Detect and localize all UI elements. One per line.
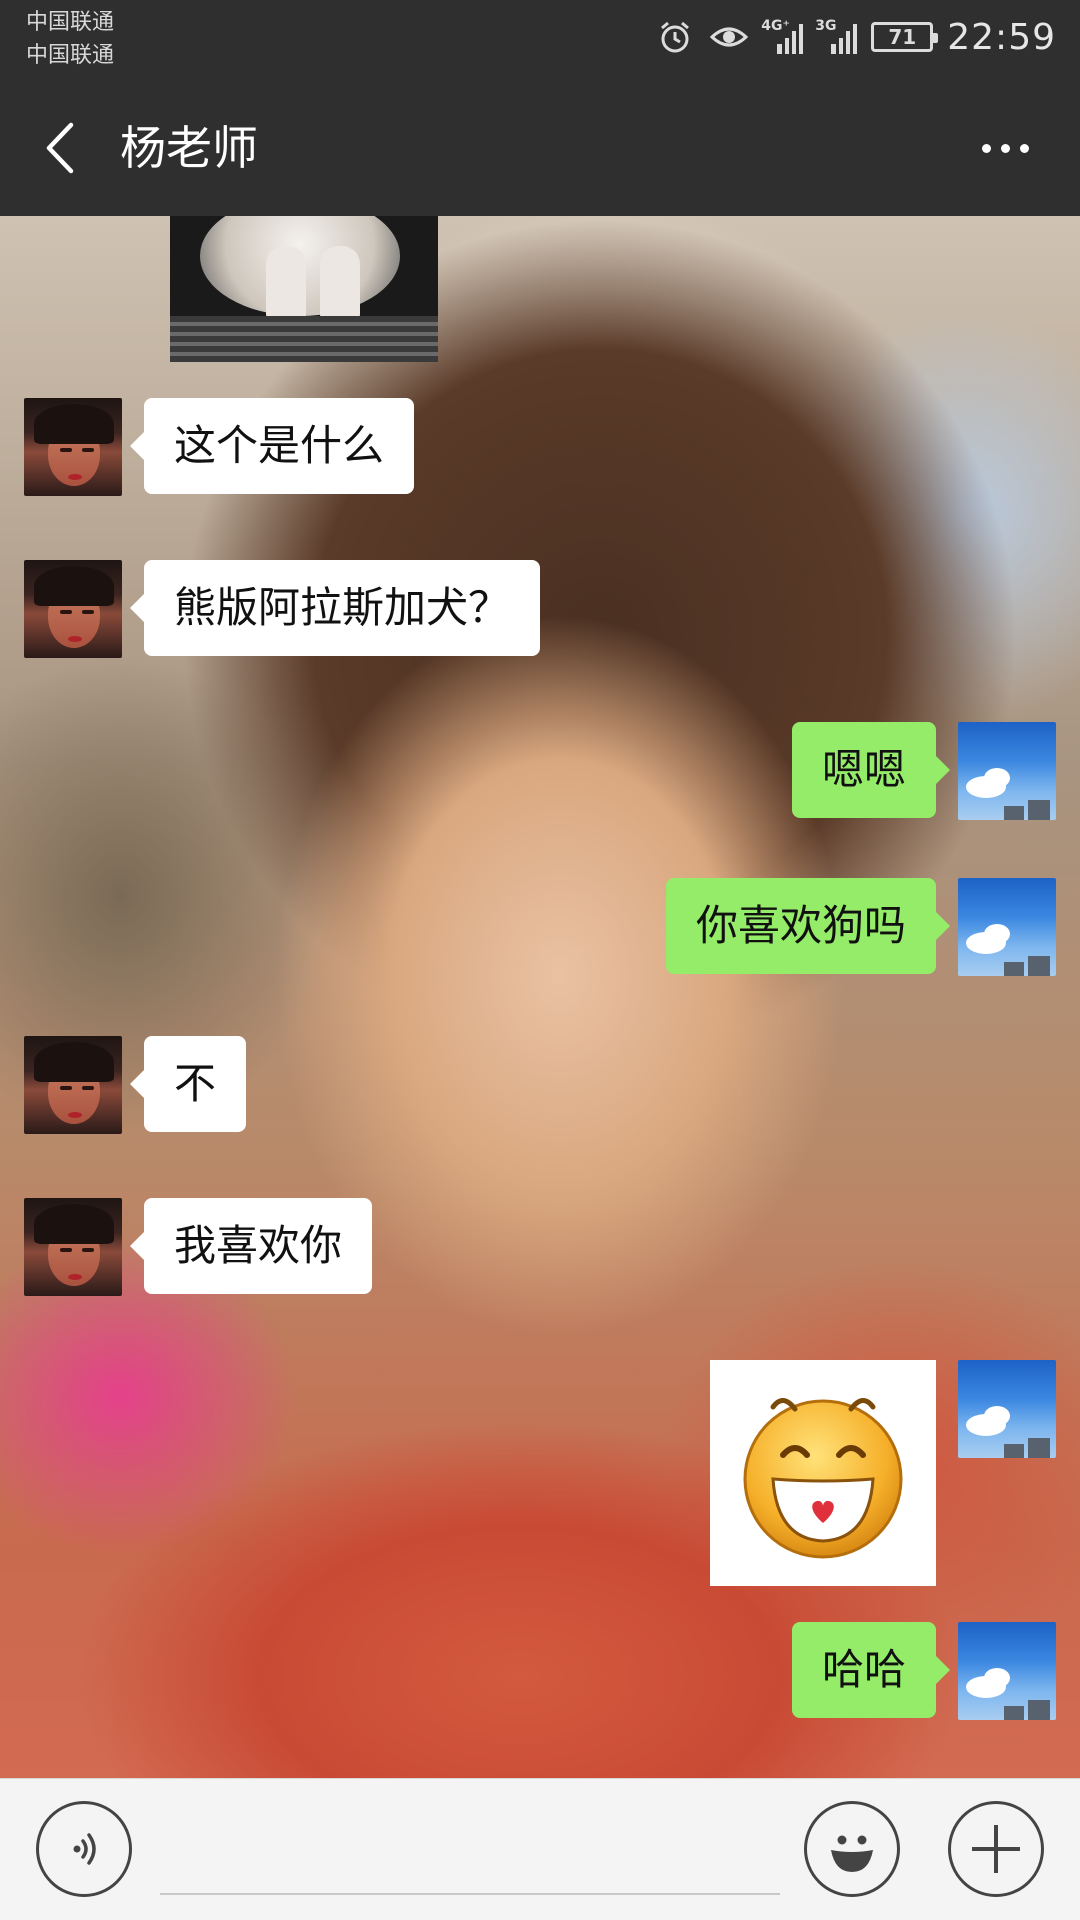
avatar-lip	[68, 636, 82, 642]
message-input[interactable]	[160, 1803, 780, 1895]
avatar[interactable]	[958, 722, 1056, 820]
plus-icon	[972, 1825, 1020, 1873]
image-content	[170, 316, 438, 362]
battery-level: 71	[888, 25, 917, 49]
avatar-eye	[60, 448, 72, 452]
input-bar	[0, 1778, 1080, 1920]
message-row-right: 嗯嗯	[791, 722, 1056, 820]
avatar-building	[1004, 962, 1024, 976]
signal-4g-icon: 4G⁺	[761, 18, 804, 54]
avatar-cloud	[984, 924, 1010, 944]
message-bubble[interactable]: 你喜欢狗吗	[665, 878, 951, 974]
avatar[interactable]	[24, 398, 122, 496]
eye-icon	[709, 17, 749, 57]
avatar-cloud	[984, 1406, 1010, 1426]
avatar-building	[1004, 1444, 1024, 1458]
avatar-lip	[68, 1274, 82, 1280]
avatar[interactable]	[958, 1622, 1056, 1720]
back-button[interactable]	[30, 116, 90, 180]
avatar[interactable]	[24, 560, 122, 658]
image-message[interactable]	[170, 216, 438, 362]
more-button[interactable]	[970, 120, 1040, 176]
message-row-right: 你喜欢狗吗	[665, 878, 1056, 976]
message-bubble[interactable]: 我喜欢你	[129, 1198, 373, 1294]
message-bubble[interactable]: 嗯嗯	[791, 722, 951, 818]
message-bubble[interactable]: 这个是什么	[129, 398, 415, 494]
avatar[interactable]	[958, 1360, 1056, 1458]
message-row-left: 熊版阿拉斯加犬？	[24, 560, 541, 658]
avatar-building	[1028, 800, 1050, 820]
carrier-2: 中国联通	[26, 43, 115, 68]
signal-2-label: 3G	[815, 18, 837, 34]
signal-3g-icon: 3G	[815, 18, 858, 54]
signal-1-label: 4G⁺	[761, 18, 790, 34]
message-row-right: 哈哈	[791, 1622, 1056, 1720]
clock: 22:59	[947, 16, 1056, 58]
avatar[interactable]	[958, 878, 1056, 976]
voice-button[interactable]	[36, 1801, 132, 1897]
plus-button[interactable]	[948, 1801, 1044, 1897]
avatar[interactable]	[24, 1036, 122, 1134]
message-row-left: 不	[24, 1036, 247, 1134]
chat-header: 杨老师	[0, 80, 1080, 216]
avatar-building	[1004, 806, 1024, 820]
avatar-eye	[82, 448, 94, 452]
status-bar: 中国联通 中国联通 4G⁺ 3G 71 22:59	[0, 0, 1080, 80]
avatar-eye	[82, 1086, 94, 1090]
battery-icon: 71	[871, 22, 939, 52]
avatar-eye	[82, 610, 94, 614]
more-dot	[1019, 143, 1029, 153]
avatar-hair	[34, 404, 114, 444]
chat-area[interactable]: 这个是什么 熊版阿拉斯加犬？ 嗯嗯 你喜欢狗吗 不 我喜欢你 哈哈	[0, 216, 1080, 1778]
avatar-eye	[82, 1248, 94, 1252]
laughing-face-sticker	[743, 1398, 903, 1559]
carrier-1: 中国联通	[26, 10, 115, 35]
avatar-hair	[34, 1042, 114, 1082]
message-bubble[interactable]: 熊版阿拉斯加犬？	[129, 560, 541, 656]
message-row-right	[710, 1360, 1056, 1586]
avatar-building	[1028, 956, 1050, 976]
message-bubble[interactable]: 哈哈	[791, 1622, 951, 1718]
emoji-button[interactable]	[804, 1801, 900, 1897]
chevron-left-icon	[46, 122, 74, 174]
voice-icon	[73, 1833, 96, 1865]
avatar-cloud	[984, 768, 1010, 788]
avatar-building	[1028, 1438, 1050, 1458]
alarm-icon	[655, 17, 695, 57]
message-row-left: 我喜欢你	[24, 1198, 373, 1296]
avatar-hair	[34, 566, 114, 606]
avatar-eye	[60, 1086, 72, 1090]
avatar-cloud	[984, 1668, 1010, 1688]
avatar-hair	[34, 1204, 114, 1244]
status-icons: 4G⁺ 3G 71 22:59	[655, 12, 1056, 62]
message-bubble[interactable]: 不	[129, 1036, 247, 1132]
page-title: 杨老师	[120, 121, 258, 175]
more-dots-icon	[981, 143, 991, 153]
carrier-info: 中国联通 中国联通	[26, 6, 114, 72]
avatar-building	[1028, 1700, 1050, 1720]
sticker-message[interactable]	[710, 1360, 936, 1586]
avatar[interactable]	[24, 1198, 122, 1296]
message-row-left: 这个是什么	[24, 398, 415, 496]
emoji-icon	[831, 1835, 873, 1872]
more-dot	[1000, 143, 1010, 153]
avatar-lip	[68, 1112, 82, 1118]
avatar-building	[1004, 1706, 1024, 1720]
avatar-lip	[68, 474, 82, 480]
avatar-eye	[60, 610, 72, 614]
avatar-eye	[60, 1248, 72, 1252]
